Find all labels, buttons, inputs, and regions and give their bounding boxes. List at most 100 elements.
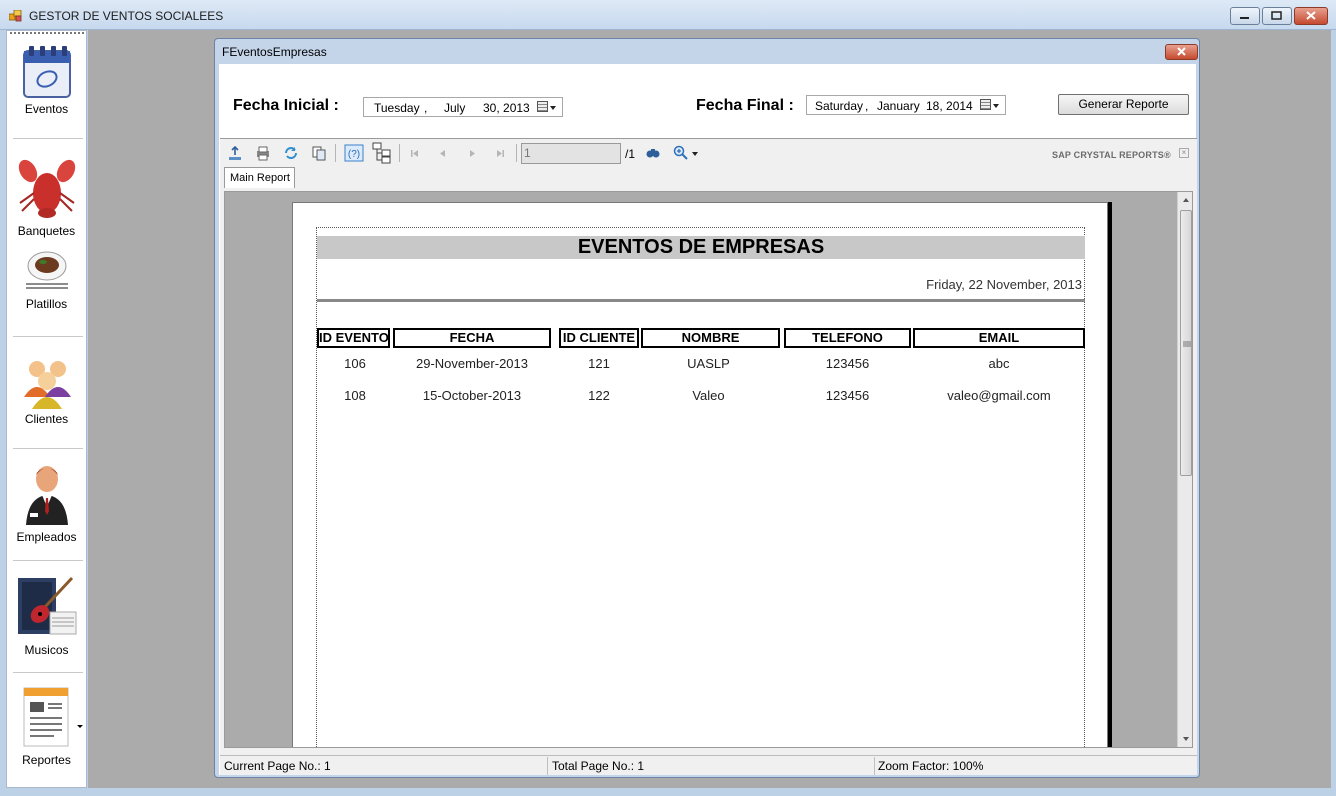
child-close-button[interactable] — [1165, 44, 1198, 60]
window-bottom-border — [0, 788, 1336, 796]
scroll-thumb[interactable] — [1180, 210, 1192, 476]
sidebar-item-reportes[interactable]: Reportes — [7, 686, 86, 767]
guitar-icon — [17, 576, 76, 635]
export-icon[interactable] — [227, 145, 243, 161]
sidebar-item-musicos[interactable]: Musicos — [7, 574, 86, 657]
close-button[interactable] — [1294, 7, 1328, 25]
table-cell: 108 — [344, 388, 366, 403]
fecha-inicial-sep: , — [424, 101, 428, 115]
fecha-inicial-label: Fecha Inicial : — [233, 97, 339, 114]
report-page: EVENTOS DE EMPRESAS Friday, 22 November,… — [292, 202, 1108, 747]
chevron-down-icon[interactable] — [550, 106, 556, 110]
fecha-inicial-month: July — [444, 101, 466, 115]
calendar-icon — [22, 46, 71, 98]
chevron-down-icon[interactable] — [77, 725, 83, 728]
chevron-down-icon[interactable] — [993, 104, 999, 108]
close-icon — [1306, 11, 1316, 20]
calendar-icon[interactable] — [980, 99, 991, 110]
svg-text:(?): (?) — [348, 149, 360, 160]
child-window-title: FEventosEmpresas — [222, 45, 327, 59]
fecha-final-sep: , — [865, 99, 869, 113]
chevron-down-icon[interactable] — [692, 152, 698, 156]
refresh-icon[interactable] — [283, 145, 299, 161]
sidebar-item-label: Reportes — [22, 753, 71, 767]
previous-page-icon[interactable] — [435, 145, 451, 161]
fecha-final-label: Fecha Final : — [696, 97, 794, 114]
report-document-area: EVENTOS DE EMPRESAS Friday, 22 November,… — [224, 191, 1193, 748]
sidebar-item-label: Empleados — [16, 530, 77, 544]
table-cell: valeo@gmail.com — [947, 388, 1051, 403]
sidebar-divider — [13, 672, 83, 673]
report-date: Friday, 22 November, 2013 — [926, 277, 1082, 292]
sidebar-item-label: Clientes — [24, 412, 69, 426]
fecha-final-month: January — [877, 99, 920, 113]
app-icon — [9, 10, 22, 22]
report-viewer: (?) 1 /1 SAP CRYSTAL REPORTS® × Main Rep… — [220, 138, 1197, 775]
last-page-icon[interactable] — [492, 145, 508, 161]
restore-icon — [1271, 11, 1282, 20]
column-header: ID EVENTO — [317, 328, 390, 348]
sidebar-item-platillos[interactable]: Platillos — [7, 248, 86, 311]
table-cell: 123456 — [825, 356, 870, 371]
close-icon — [1177, 47, 1186, 56]
report-body: EVENTOS DE EMPRESAS Friday, 22 November,… — [316, 227, 1085, 747]
first-page-icon[interactable] — [407, 145, 423, 161]
column-header: EMAIL — [913, 328, 1085, 348]
close-icon[interactable]: × — [1179, 148, 1189, 158]
window-title: GESTOR DE VENTOS SOCIALEES — [29, 9, 224, 23]
total-page-status: Total Page No.: 1 — [552, 759, 645, 773]
sap-brand: SAP CRYSTAL REPORTS® — [1052, 150, 1171, 160]
column-header: FECHA — [393, 328, 551, 348]
restore-button[interactable] — [1262, 7, 1292, 25]
table-cell: 122 — [588, 388, 610, 403]
zoom-icon[interactable] — [673, 145, 689, 161]
fecha-inicial-picker[interactable]: Tuesday , July 30, 2013 — [363, 97, 563, 117]
page-number-input[interactable]: 1 — [521, 143, 621, 164]
minimize-button[interactable] — [1230, 7, 1260, 25]
businessman-icon — [25, 466, 68, 525]
sidebar-item-label: Platillos — [25, 297, 68, 311]
calendar-icon[interactable] — [537, 101, 548, 112]
lobster-icon — [18, 159, 75, 218]
fecha-final-date: 18, 2014 — [926, 99, 973, 113]
scroll-down-icon[interactable] — [1183, 737, 1189, 741]
column-header: ID CLIENTE — [559, 328, 639, 348]
group-tree-icon[interactable] — [372, 142, 392, 164]
table-cell: Valeo — [692, 388, 725, 403]
tab-main-report[interactable]: Main Report — [224, 167, 295, 188]
status-divider — [547, 757, 548, 775]
vertical-scrollbar[interactable] — [1177, 192, 1192, 747]
scroll-up-icon[interactable] — [1183, 198, 1189, 202]
viewer-toolbar: (?) 1 /1 SAP CRYSTAL REPORTS® × — [220, 139, 1197, 165]
generar-reporte-button[interactable]: Generar Reporte — [1058, 94, 1189, 115]
table-cell: 15-October-2013 — [422, 388, 522, 403]
table-cell: 29-November-2013 — [415, 356, 528, 371]
child-client-area: Fecha Inicial : Tuesday , July 30, 2013 … — [219, 64, 1197, 775]
report-divider — [317, 299, 1085, 302]
main-title-bar: GESTOR DE VENTOS SOCIALEES — [0, 0, 1336, 30]
viewer-status-bar: Current Page No.: 1 Total Page No.: 1 Zo… — [220, 755, 1197, 775]
sidebar-item-label: Eventos — [24, 102, 69, 116]
table-cell: 123456 — [825, 388, 870, 403]
sidebar-item-eventos[interactable]: Eventos — [7, 43, 86, 116]
next-page-icon[interactable] — [464, 145, 480, 161]
fecha-final-picker[interactable]: Saturday , January 18, 2014 — [806, 95, 1006, 115]
fecha-inicial-date: 30, 2013 — [483, 101, 530, 115]
minimize-icon — [1240, 17, 1249, 19]
report-icon — [23, 687, 68, 747]
find-icon[interactable] — [645, 145, 661, 161]
help-icon[interactable]: (?) — [344, 144, 364, 162]
report-title: EVENTOS DE EMPRESAS — [317, 236, 1085, 259]
zoom-factor-status: Zoom Factor: 100% — [878, 759, 984, 773]
sidebar-divider — [13, 560, 83, 561]
current-page-status: Current Page No.: 1 — [224, 759, 331, 773]
sidebar-item-label: Banquetes — [17, 224, 76, 238]
sidebar-item-empleados[interactable]: Empleados — [7, 463, 86, 544]
copy-icon[interactable] — [311, 145, 327, 161]
sidebar-divider — [13, 138, 83, 139]
sidebar-item-clientes[interactable]: Clientes — [7, 353, 86, 426]
table-cell: 106 — [344, 356, 366, 371]
sidebar-item-banquetes[interactable]: Banquetes — [7, 153, 86, 238]
sidebar-divider — [13, 336, 83, 337]
print-icon[interactable] — [255, 145, 271, 161]
